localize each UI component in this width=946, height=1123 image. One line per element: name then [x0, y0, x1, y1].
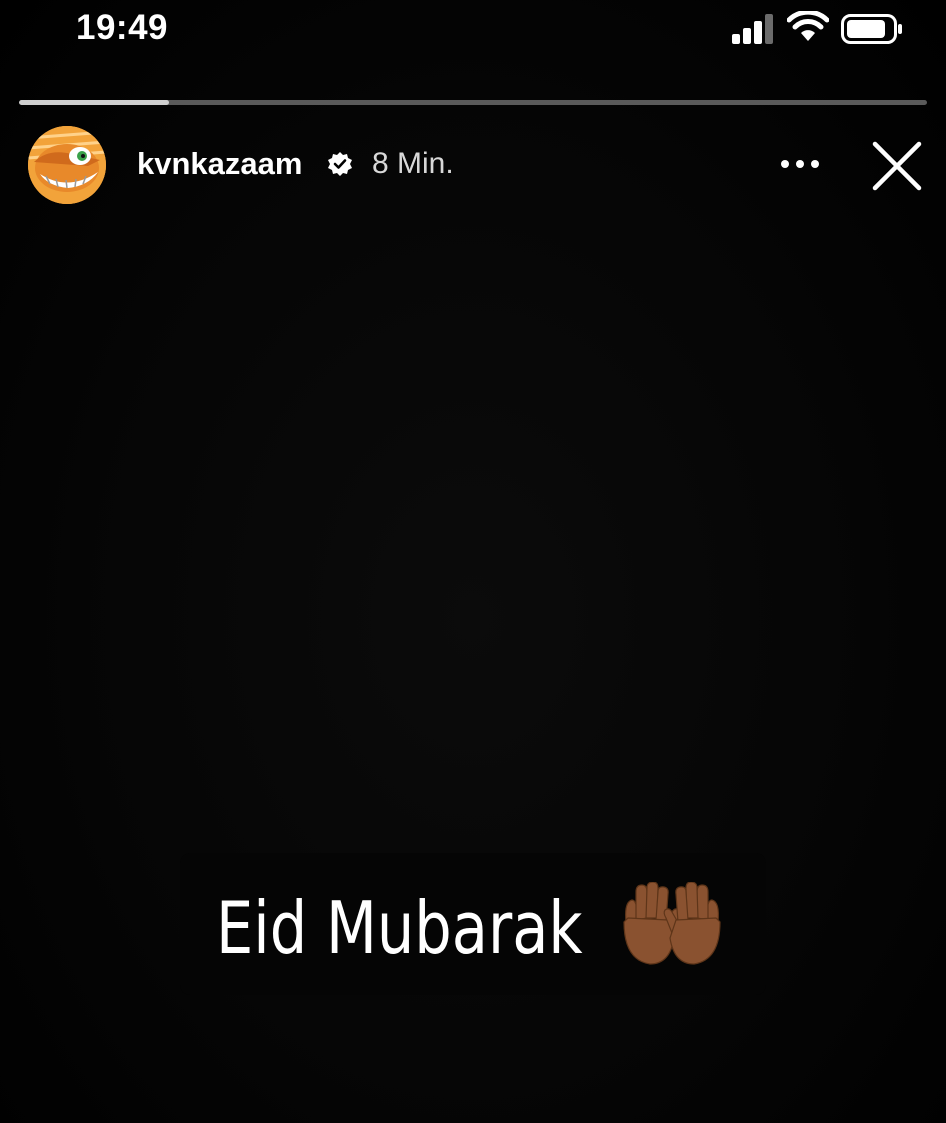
- close-icon[interactable]: [871, 140, 923, 192]
- wifi-icon: [787, 11, 829, 41]
- cartoon-avatar-icon: [28, 126, 106, 204]
- story-viewer: 19:49 kvnkazaam 8 Min. Eid Mubarak: [0, 0, 946, 1123]
- palms-up-together-icon: [623, 882, 721, 965]
- battery-icon: [841, 14, 902, 44]
- post-time: 8 Min.: [372, 147, 454, 180]
- verified-badge-icon: [328, 152, 352, 176]
- signal-icon: [732, 14, 773, 44]
- story-progress-fill: [19, 100, 169, 105]
- story-caption: Eid Mubarak: [216, 886, 583, 970]
- more-options-icon[interactable]: [779, 158, 821, 170]
- status-time: 19:49: [76, 8, 169, 47]
- avatar[interactable]: [28, 126, 106, 204]
- story-progress-bar: [19, 100, 927, 105]
- username[interactable]: kvnkazaam: [137, 146, 302, 182]
- story-header: kvnkazaam 8 Min.: [0, 124, 946, 204]
- status-bar: 19:49: [0, 0, 946, 60]
